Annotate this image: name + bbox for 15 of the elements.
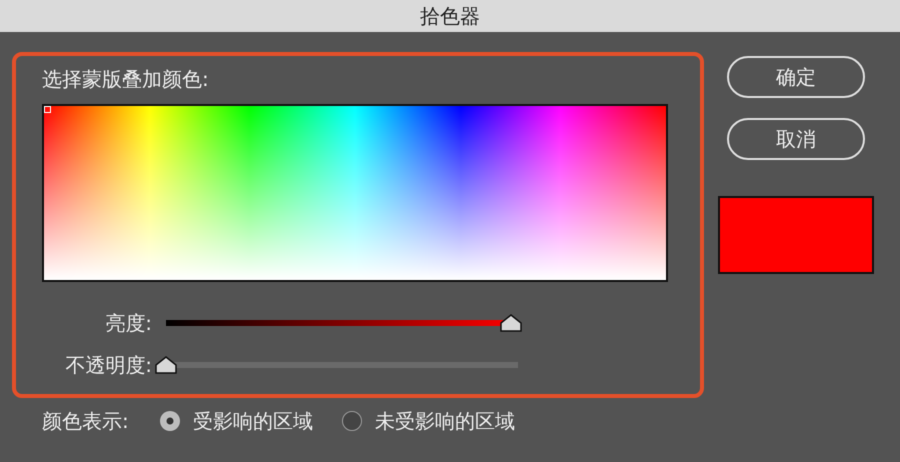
cursor-icon	[44, 106, 51, 113]
color-spectrum[interactable]	[42, 104, 668, 282]
dialog-button[interactable]: 确定	[727, 56, 865, 98]
radio-circle[interactable]	[158, 410, 181, 432]
slider-thumb[interactable]	[155, 356, 177, 374]
radio-option[interactable]: 受影响的区域	[158, 406, 313, 436]
picker-label: 选择蒙版叠加颜色:	[42, 66, 210, 93]
slider-label: 亮度:	[104, 310, 152, 337]
window-title: 拾色器	[420, 3, 480, 30]
slider-label: 不透明度:	[64, 352, 152, 379]
radio-option[interactable]: 未受影响的区域	[340, 406, 515, 436]
radio-circle[interactable]	[340, 410, 363, 432]
slider-thumb[interactable]	[500, 314, 522, 332]
option-label: 颜色表示:	[42, 408, 129, 435]
dialog-button[interactable]: 取消	[727, 118, 865, 160]
